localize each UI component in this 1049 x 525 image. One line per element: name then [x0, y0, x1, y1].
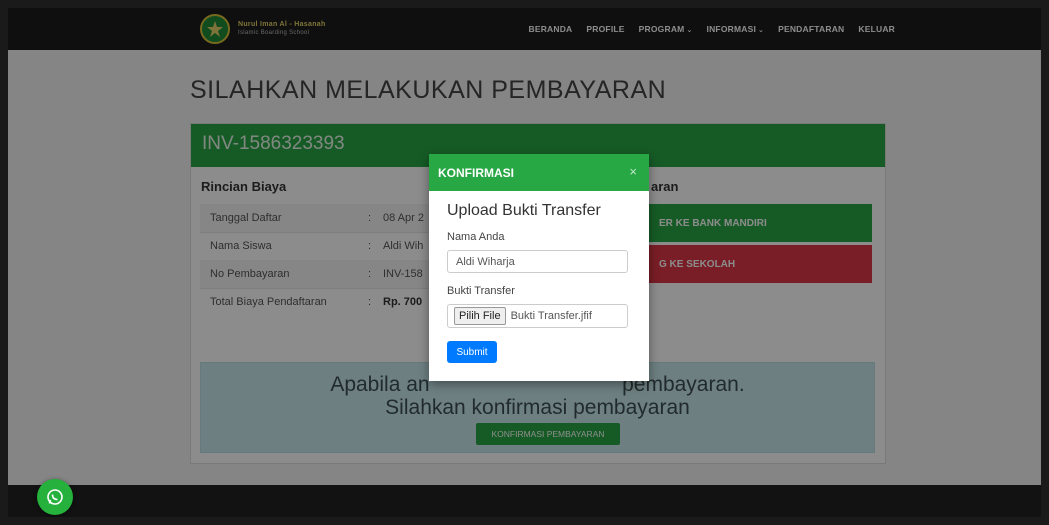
file-input[interactable]: Pilih File Bukti Transfer.jfif: [447, 304, 628, 328]
submit-button[interactable]: Submit: [447, 341, 497, 363]
name-input[interactable]: [447, 250, 628, 273]
name-label: Nama Anda: [447, 231, 505, 243]
file-name: Bukti Transfer.jfif: [510, 310, 592, 322]
modal-header: KONFIRMASI ×: [429, 154, 649, 191]
konfirmasi-modal: KONFIRMASI × Upload Bukti Transfer Nama …: [429, 154, 649, 381]
close-icon[interactable]: ×: [629, 164, 637, 179]
modal-title: KONFIRMASI: [438, 166, 514, 180]
file-label: Bukti Transfer: [447, 285, 515, 297]
whatsapp-icon[interactable]: [37, 479, 73, 515]
modal-heading: Upload Bukti Transfer: [447, 202, 601, 219]
choose-file-button[interactable]: Pilih File: [454, 307, 506, 325]
browser-viewport: Nurul Iman Al - Hasanah Islamic Boarding…: [8, 8, 1041, 517]
